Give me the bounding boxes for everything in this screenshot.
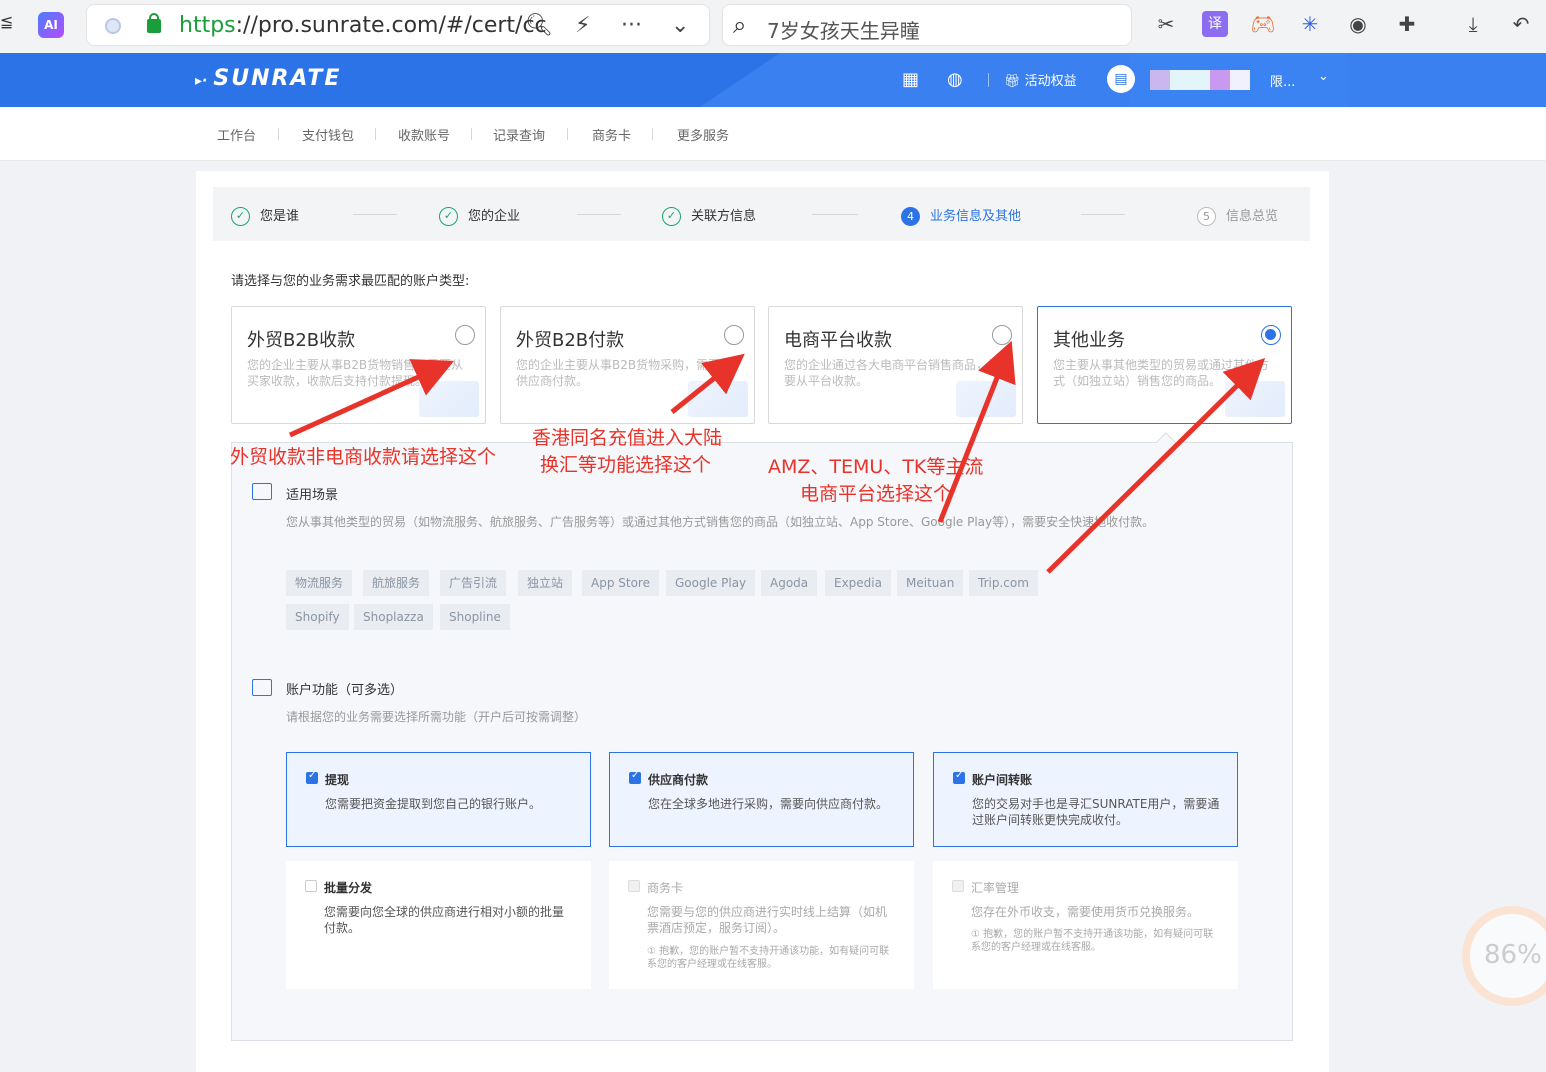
annotation-label: 香港同名充值进入大陆 — [532, 427, 723, 449]
annotation-label: 外贸收款非电商收款请选择这个 — [230, 446, 497, 468]
annotation-arrow — [1046, 357, 1266, 574]
annotation-label: AMZ、TEMU、TK等主流 — [768, 456, 984, 478]
annotation-label: 换汇等功能选择这个 — [540, 454, 712, 476]
annotation-arrows — [288, 340, 1266, 574]
annotation-arrow — [288, 359, 455, 438]
annotation-label: 电商平台选择这个 — [800, 483, 953, 505]
zoom-level: 86% — [1484, 940, 1542, 970]
annotation-arrow — [670, 353, 745, 414]
